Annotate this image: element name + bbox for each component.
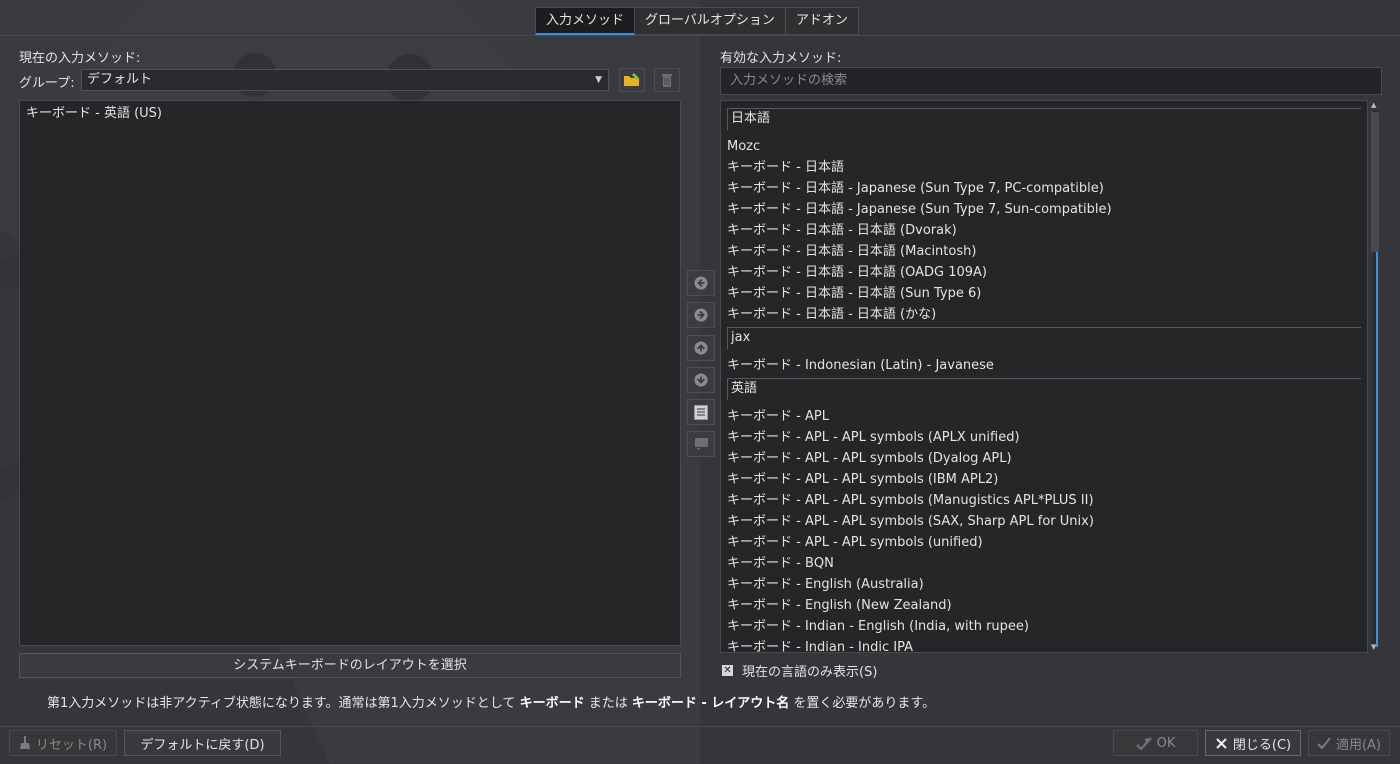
footer-divider [0,726,1400,727]
checkbox-checked-icon[interactable]: ✕ [722,665,733,676]
move-up-button[interactable] [687,335,715,361]
scroll-down-icon[interactable]: ▼ [1371,643,1376,651]
apply-label: 適用(A) [1335,737,1382,753]
first-input-method-note: 第1入力メソッドは非アクティブ状態になります。通常は第1入力メソッドとして キー… [47,692,935,711]
close-button[interactable]: 閉じる(C) [1205,730,1301,756]
close-label: 閉じる(C) [1232,737,1292,753]
note-text-prefix: 第1入力メソッドは非アクティブ状態になります。通常は第1入力メソッドとして [47,696,520,711]
delete-group-button[interactable] [654,68,680,92]
group-select[interactable]: デフォルト ▼ [81,69,609,91]
list-item[interactable]: キーボード - 日本語 - Japanese (Sun Type 7, PC-c… [727,178,1361,199]
tab-divider [0,35,1400,36]
list-item[interactable]: キーボード - APL - APL symbols (APLX unified) [727,427,1361,448]
chevron-down-icon: ▼ [595,75,602,85]
scroll-up-icon[interactable]: ▲ [1371,101,1376,109]
note-text-middle: または [584,696,632,711]
configure-icon [694,404,708,420]
scrollbar-highlight [1376,252,1378,647]
tab-bar: 入力メソッド グローバルオプション アドオン [535,7,859,35]
tab-addons[interactable]: アドオン [785,7,859,35]
move-left-button[interactable] [687,270,715,296]
search-input[interactable]: 入力メソッドの検索 [720,67,1382,95]
current-language-only-toggle[interactable]: ✕ 現在の言語のみ表示(S) [722,661,877,680]
note-bold-keyboard: キーボード [519,696,585,711]
reset-button[interactable]: リセット(R) [9,730,117,756]
tab-input-methods[interactable]: 入力メソッド [535,7,636,35]
reset-label: リセット(R) [35,737,108,753]
scrollbar-thumb[interactable] [1371,112,1379,252]
list-scrollbar[interactable]: ▲ ▼ [1369,100,1382,653]
group-select-value: デフォルト [87,72,153,87]
list-item[interactable]: キーボード - 日本語 - 日本語 (Sun Type 6) [727,283,1361,304]
note-text-suffix: を置く必要があります。 [789,696,936,711]
broom-icon [19,736,30,749]
keyboard-layout-icon [694,438,708,450]
arrow-right-icon [694,308,708,322]
restore-defaults-label: デフォルトに戻す(D) [140,737,265,753]
list-item[interactable]: Mozc [727,136,1361,157]
available-input-methods-list: 日本語 Mozc キーボード - 日本語 キーボード - 日本語 - Japan… [720,100,1368,653]
list-item[interactable]: キーボード - APL - APL symbols (Dyalog APL) [727,448,1361,469]
current-language-only-label: 現在の言語のみ表示(S) [742,665,878,680]
list-item[interactable]: キーボード - English (New Zealand) [727,595,1361,616]
move-right-button[interactable] [687,302,715,328]
apply-button[interactable]: 適用(A) [1308,730,1390,756]
checkmark-icon [1317,737,1331,750]
list-item[interactable]: キーボード - APL - APL symbols (SAX, Sharp AP… [727,511,1361,532]
list-item[interactable]: キーボード - APL - APL symbols (Manugistics A… [727,490,1361,511]
group-label: グループ: [19,76,75,91]
ok-icon [1135,737,1152,750]
list-item[interactable]: キーボード - English (Australia) [727,574,1361,595]
close-icon [1216,737,1227,749]
current-input-methods-title: 現在の入力メソッド: [19,51,141,66]
list-item[interactable]: キーボード - 日本語 - 日本語 (Dvorak) [727,220,1361,241]
restore-defaults-button[interactable]: デフォルトに戻す(D) [124,730,281,756]
current-input-methods-list: キーボード - 英語 (US) [19,100,681,646]
list-item[interactable]: キーボード - Indian - Indic IPA [727,637,1361,652]
list-item[interactable]: キーボード - 日本語 - 日本語 (かな) [727,304,1361,325]
list-item[interactable]: キーボード - 日本語 - Japanese (Sun Type 7, Sun-… [727,199,1361,220]
list-item[interactable]: キーボード - 日本語 - 日本語 (OADG 109A) [727,262,1361,283]
group-header-japanese: 日本語 [727,108,1361,130]
arrow-left-icon [694,276,708,290]
group-header-english: 英語 [727,378,1361,400]
group-header-jax: jax [727,327,1361,349]
select-system-keyboard-layout-button[interactable]: システムキーボードのレイアウトを選択 [19,653,681,678]
arrow-up-icon [694,341,708,355]
list-item[interactable]: キーボード - APL - APL symbols (unified) [727,532,1361,553]
keyboard-layout-button[interactable] [687,431,715,457]
configure-button[interactable] [687,399,715,425]
ok-button[interactable]: OK [1113,730,1198,756]
arrow-down-icon [694,373,708,387]
list-item[interactable]: キーボード - 日本語 - 日本語 (Macintosh) [727,241,1361,262]
list-item[interactable]: キーボード - APL - APL symbols (IBM APL2) [727,469,1361,490]
list-item[interactable]: キーボード - APL [727,406,1361,427]
list-item[interactable]: キーボード - BQN [727,553,1361,574]
available-input-methods-title: 有効な入力メソッド: [720,51,842,66]
current-input-method-item[interactable]: キーボード - 英語 (US) [20,101,680,126]
trash-icon [662,74,672,87]
list-item[interactable]: キーボード - Indonesian (Latin) - Javanese [727,355,1361,376]
note-bold-keyboard-layout: キーボード - レイアウト名 [631,696,790,711]
tab-global-options[interactable]: グローバルオプション [635,7,786,35]
folder-add-icon [624,73,639,86]
list-item[interactable]: キーボード - Indian - English (India, with ru… [727,616,1361,637]
move-down-button[interactable] [687,367,715,393]
add-group-button[interactable] [619,68,645,92]
list-item[interactable]: キーボード - 日本語 [727,157,1361,178]
ok-label: OK [1156,735,1176,751]
